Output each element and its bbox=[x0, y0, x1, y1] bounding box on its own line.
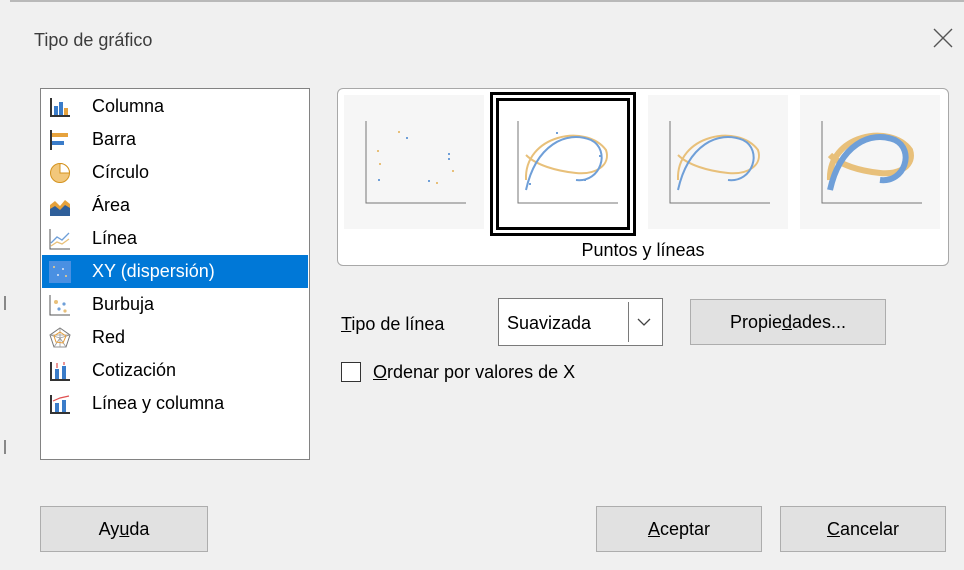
chart-type-dialog: Tipo de gráfico Columna Barra Círculo Ár… bbox=[0, 0, 964, 570]
line-type-select[interactable]: Suavizada bbox=[498, 298, 663, 346]
sort-by-x-label: Ordenar por valores de X bbox=[373, 362, 576, 382]
variant-preview bbox=[669, 121, 770, 204]
chart-type-label: Barra bbox=[92, 129, 137, 149]
variant-preview bbox=[821, 121, 922, 204]
chart-type-label: Cotización bbox=[92, 360, 177, 380]
sort-by-x-checkbox[interactable] bbox=[341, 362, 361, 382]
chart-type-label: Columna bbox=[92, 96, 165, 116]
column-line-chart-icon bbox=[49, 393, 71, 415]
dialog-title: Tipo de gráfico bbox=[34, 30, 153, 50]
chart-type-label: Círculo bbox=[92, 162, 150, 182]
chart-type-label: Área bbox=[92, 195, 131, 215]
xy-scatter-icon bbox=[49, 261, 71, 283]
window-edge bbox=[10, 0, 964, 2]
line-type-value: Suavizada bbox=[507, 313, 592, 333]
variant-lines-only[interactable] bbox=[648, 95, 788, 229]
area-chart-icon bbox=[49, 195, 71, 217]
edge-mark bbox=[4, 296, 6, 310]
variant-3d-lines[interactable] bbox=[800, 95, 940, 229]
variant-preview bbox=[365, 121, 466, 204]
chart-type-label: Línea y columna bbox=[92, 393, 225, 413]
chart-type-area[interactable]: Área bbox=[42, 189, 308, 222]
chart-type-stock[interactable]: Cotización bbox=[42, 354, 308, 387]
net-chart-icon bbox=[49, 327, 71, 349]
variant-points-only[interactable] bbox=[344, 95, 484, 229]
ok-button[interactable]: Aceptar bbox=[596, 506, 762, 552]
column-chart-icon bbox=[49, 96, 71, 118]
chart-type-label: XY (dispersión) bbox=[92, 261, 215, 281]
cancel-button[interactable]: Cancelar bbox=[780, 506, 946, 552]
pie-chart-icon bbox=[49, 162, 71, 184]
chart-type-label: Línea bbox=[92, 228, 138, 248]
chart-type-bubble[interactable]: Burbuja bbox=[42, 288, 308, 321]
chart-type-column-line[interactable]: Línea y columna bbox=[42, 387, 308, 420]
chart-type-pie[interactable]: Círculo bbox=[42, 156, 308, 189]
stock-chart-icon bbox=[49, 360, 71, 382]
bar-chart-icon bbox=[49, 129, 71, 151]
chart-type-line[interactable]: Línea bbox=[42, 222, 308, 255]
chart-type-net[interactable]: Red bbox=[42, 321, 308, 354]
chart-type-list[interactable]: Columna Barra Círculo Área Línea XY (dis… bbox=[40, 88, 310, 460]
chevron-down-icon[interactable] bbox=[628, 302, 659, 342]
chart-type-xy-scatter[interactable]: XY (dispersión) bbox=[42, 255, 308, 288]
help-button[interactable]: Ayuda bbox=[40, 506, 208, 552]
chart-type-column[interactable]: Columna bbox=[42, 90, 308, 123]
bubble-chart-icon bbox=[49, 294, 71, 316]
chart-type-label: Red bbox=[92, 327, 126, 347]
edge-mark bbox=[4, 440, 6, 454]
line-chart-icon bbox=[49, 228, 71, 250]
close-icon[interactable] bbox=[932, 27, 954, 49]
chart-type-label: Burbuja bbox=[92, 294, 155, 314]
properties-button[interactable]: Propiedades... bbox=[690, 299, 886, 345]
variant-caption: Puntos y líneas bbox=[581, 240, 705, 260]
chart-type-bar[interactable]: Barra bbox=[42, 123, 308, 156]
variant-selection-frame-inner bbox=[496, 98, 630, 230]
line-type-label: Tipo de línea bbox=[341, 314, 445, 334]
